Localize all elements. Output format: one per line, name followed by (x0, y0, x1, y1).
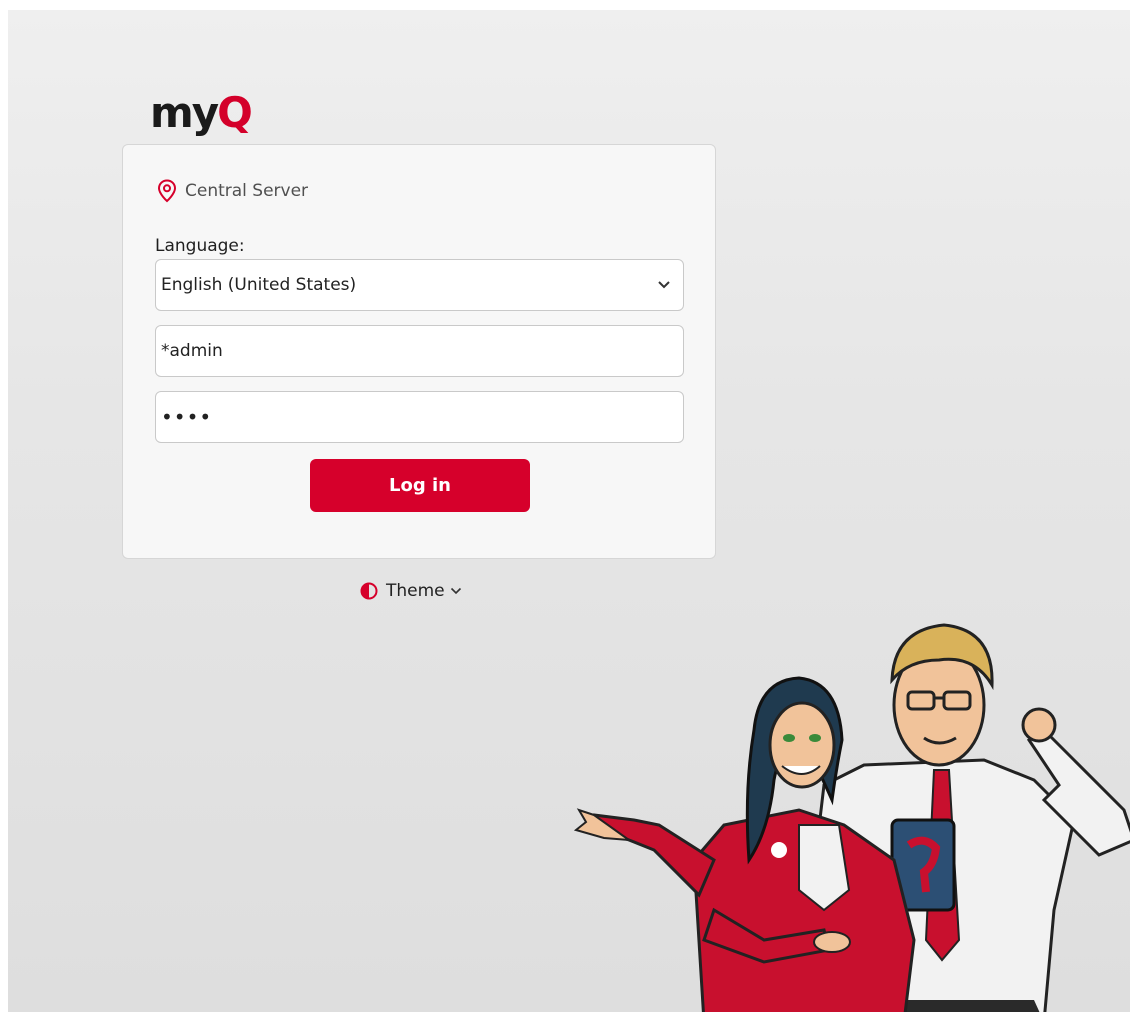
login-button[interactable]: Log in (310, 459, 530, 512)
username-input[interactable]: *admin (155, 325, 684, 377)
password-value: •••• (161, 405, 213, 429)
language-label: Language: (155, 236, 245, 256)
language-select[interactable]: English (United States) (155, 259, 684, 311)
server-indicator: Central Server (157, 179, 308, 203)
myq-logo: myQ (150, 88, 253, 137)
page-background: myQ Central Server Language: English (Un… (8, 10, 1130, 1012)
language-value: English (United States) (161, 275, 357, 295)
chevron-down-icon (658, 281, 670, 289)
server-label: Central Server (185, 181, 309, 201)
half-circle-icon (360, 582, 378, 600)
username-value: *admin (161, 341, 223, 361)
chevron-down-icon (450, 587, 461, 595)
login-card: Central Server Language: English (United… (122, 144, 716, 559)
password-input[interactable]: •••• (155, 391, 684, 443)
mascots-illustration (574, 623, 1130, 1012)
theme-label: Theme (386, 581, 445, 601)
theme-toggle[interactable]: Theme (360, 581, 462, 601)
location-pin-icon (157, 179, 177, 203)
